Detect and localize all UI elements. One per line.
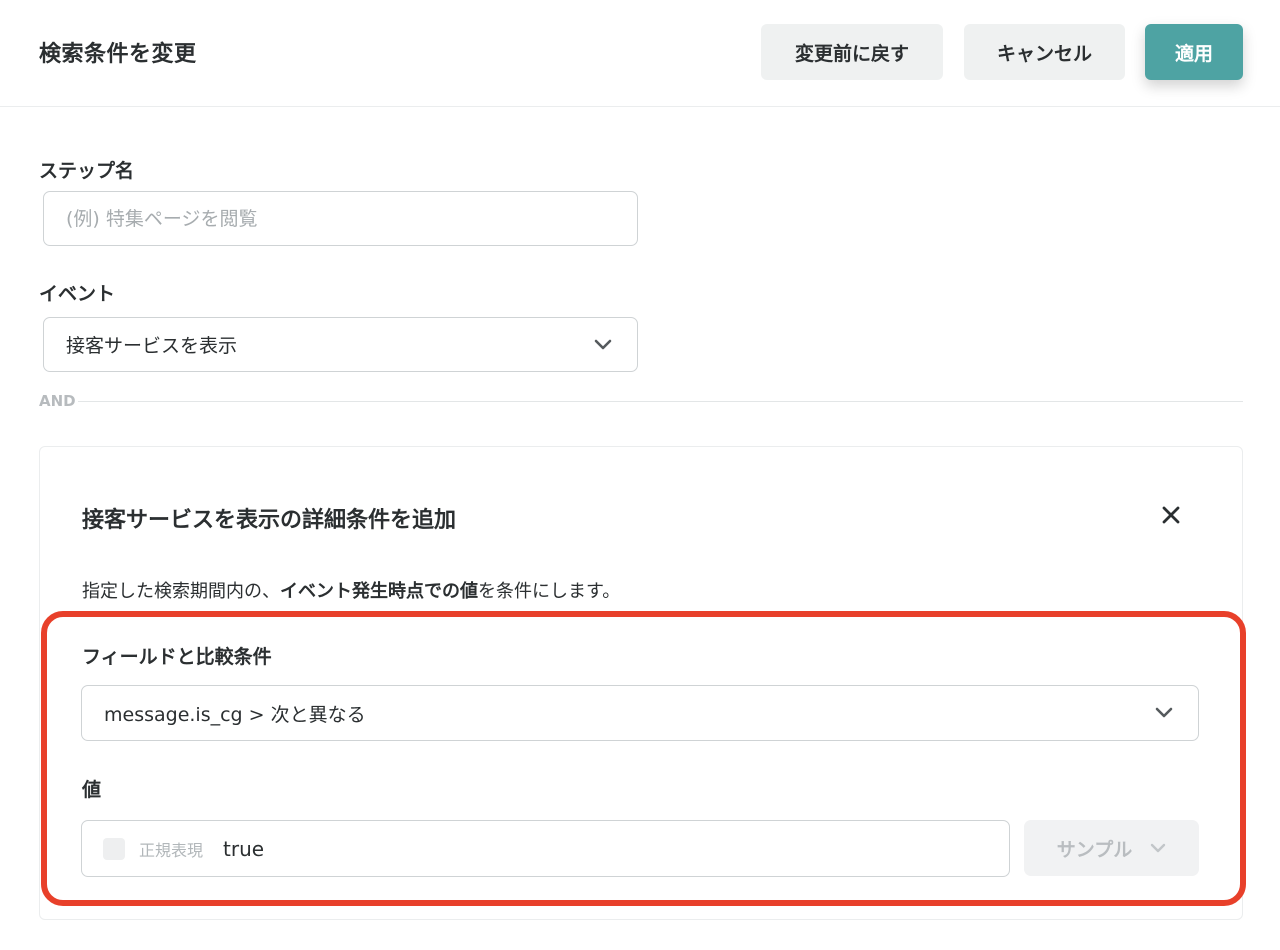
description-text-pre: 指定した検索期間内の、	[82, 581, 280, 602]
field-comparison-label: フィールドと比較条件	[82, 646, 272, 668]
sample-label: サンプル	[1056, 838, 1133, 861]
divider-line	[77, 400, 1243, 402]
value-label: 値	[82, 779, 102, 801]
revert-button[interactable]: 変更前に戻す	[761, 24, 943, 80]
close-icon	[1162, 506, 1180, 527]
apply-button[interactable]: 適用	[1145, 24, 1243, 80]
page-header: 検索条件を変更 変更前に戻す キャンセル 適用	[0, 0, 1280, 107]
chevron-down-icon	[1150, 843, 1166, 853]
value-input[interactable]: true	[223, 837, 264, 861]
field-comparison-select[interactable]: message.is_cg > 次と異なる	[81, 685, 1199, 741]
close-button[interactable]	[1158, 503, 1184, 529]
event-label: イベント	[39, 283, 116, 305]
detail-title: 接客サービスを表示の詳細条件を追加	[82, 508, 457, 533]
step-name-label: ステップ名	[39, 160, 135, 182]
description-text-post: を条件にします。	[478, 581, 621, 602]
and-divider: AND	[39, 391, 1243, 411]
description-text-bold: イベント発生時点での値	[280, 581, 478, 602]
regex-label: 正規表現	[139, 840, 204, 860]
chevron-down-icon	[593, 335, 613, 355]
step-name-field	[43, 191, 638, 246]
chevron-down-icon	[1154, 703, 1174, 723]
and-label: AND	[39, 392, 76, 410]
detail-description: 指定した検索期間内の、イベント発生時点での値を条件にします。	[82, 577, 620, 603]
field-comparison-value: message.is_cg > 次と異なる	[104, 703, 366, 726]
sample-button[interactable]: サンプル	[1024, 820, 1199, 876]
page-title: 検索条件を変更	[39, 42, 197, 67]
regex-checkbox[interactable]	[103, 837, 125, 860]
cancel-button[interactable]: キャンセル	[964, 24, 1125, 80]
event-select[interactable]: 接客サービスを表示	[43, 317, 638, 372]
event-select-value: 接客サービスを表示	[66, 335, 238, 357]
step-name-input[interactable]	[44, 192, 637, 245]
value-field[interactable]: 正規表現 true	[81, 820, 1010, 877]
